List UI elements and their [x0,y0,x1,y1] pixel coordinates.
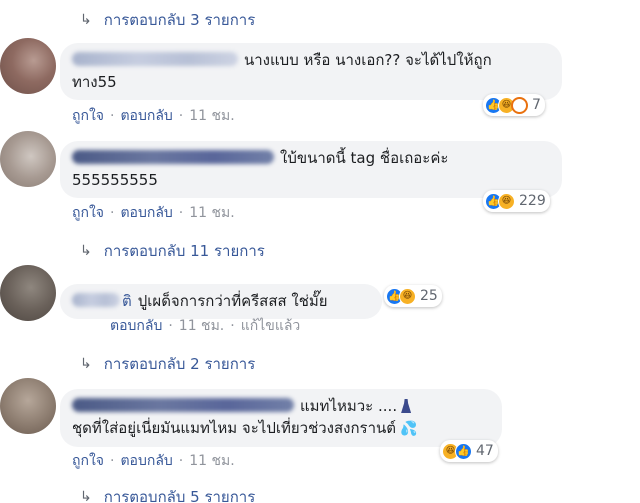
view-replies-label: การตอบกลับ 11 รายการ [103,242,265,260]
reply-arrow-icon: ↳ [80,243,92,259]
comment-text-line2: ทาง55 [72,73,117,91]
view-replies-label: การตอบกลับ 3 รายการ [103,11,256,29]
reaction-summary[interactable]: 👍 😆 229 [483,190,550,212]
like-icon: 👍 [455,442,472,460]
view-replies-label: การตอบกลับ 2 รายการ [103,355,256,373]
reply-link[interactable]: ตอบกลับ [120,450,172,472]
commenter-name[interactable] [72,293,120,307]
comment-text: แมทไหมวะ .... [300,397,398,415]
avatar[interactable] [0,265,56,321]
edited-label[interactable]: แก้ไขแล้ว [241,315,301,337]
comment-bubble: ติ ปูเผด็จการกว่าที่ครีสสส ใช่มั๊ย [60,284,382,319]
reply-link[interactable]: ตอบกลับ [120,105,172,127]
like-link[interactable]: ถูกใจ [72,450,104,472]
reaction-summary[interactable]: 😆 👍 47 [440,440,498,462]
timestamp[interactable]: 11 ชม. [189,202,234,224]
like-link[interactable]: ถูกใจ [72,202,104,224]
reply-arrow-icon: ↳ [80,12,92,28]
reply-link[interactable]: ตอบกลับ [110,315,162,337]
comment-text: ใบ้ขนาดนี้ tag ชื่อเถอะค่ะ [280,149,449,167]
comment-actions: ถูกใจ · ตอบกลับ · 11 ชม. [72,451,235,471]
avatar[interactable] [0,378,56,434]
haha-icon: 😆 [399,287,416,305]
avatar[interactable] [0,131,56,187]
view-replies-link[interactable]: ↳ การตอบกลับ 2 รายการ [80,353,255,375]
comment-actions: ถูกใจ · ตอบกลับ · 11 ชม. [72,203,235,223]
dress-emoji-icon [401,399,412,413]
reaction-count: 7 [532,97,541,113]
comment-text-line2: ชุดที่ใส่อยู่เนี่ยมันแมทไหม จะไปเที่ยวช่… [72,419,397,437]
haha-icon: 😆 [498,192,515,210]
reply-arrow-icon: ↳ [80,356,92,372]
comment-actions: ถูกใจ · ตอบกลับ · 11 ชม. [72,106,235,126]
comment-text: ปูเผด็จการกว่าที่ครีสสส ใช่มั๊ย [137,292,328,310]
timestamp[interactable]: 11 ชม. [179,315,224,337]
view-replies-label: การตอบกลับ 5 รายการ [103,488,256,503]
comment-text-line2: 555555555 [72,171,158,189]
timestamp[interactable]: 11 ชม. [189,450,234,472]
view-replies-link[interactable]: ↳ การตอบกลับ 11 รายการ [80,240,265,262]
reply-link[interactable]: ตอบกลับ [120,202,172,224]
commenter-name[interactable] [72,150,274,164]
reaction-count: 25 [420,288,438,304]
comment-bubble: แมทไหมวะ .... ชุดที่ใส่อยู่เนี่ยมันแมทไห… [60,389,502,447]
reaction-summary[interactable]: 👍 😆 7 [483,94,545,116]
sweat-drops-emoji-icon: 💦 [400,421,418,437]
reaction-summary[interactable]: 👍 😆 25 [384,285,442,307]
commenter-name[interactable] [72,398,294,412]
comment-bubble: ใบ้ขนาดนี้ tag ชื่อเถอะค่ะ 555555555 [60,141,562,198]
reply-arrow-icon: ↳ [80,489,92,503]
view-replies-link[interactable]: ↳ การตอบกลับ 5 รายการ [80,486,255,503]
commenter-name-suffix[interactable]: ติ [122,292,132,310]
comment-text: นางแบบ หรือ นางเอก?? จะได้ไปให้ถูก [244,51,492,69]
like-link[interactable]: ถูกใจ [72,105,104,127]
reaction-count: 229 [519,193,546,209]
timestamp[interactable]: 11 ชม. [189,105,234,127]
comment-bubble: นางแบบ หรือ นางเอก?? จะได้ไปให้ถูก ทาง55 [60,43,562,100]
commenter-name[interactable] [72,52,238,66]
reaction-count: 47 [476,443,494,459]
view-replies-link[interactable]: ↳ การตอบกลับ 3 รายการ [80,9,255,31]
avatar[interactable] [0,38,56,94]
angry-icon [511,96,528,114]
comment-actions: ตอบกลับ · 11 ชม. · แก้ไขแล้ว [110,316,300,336]
